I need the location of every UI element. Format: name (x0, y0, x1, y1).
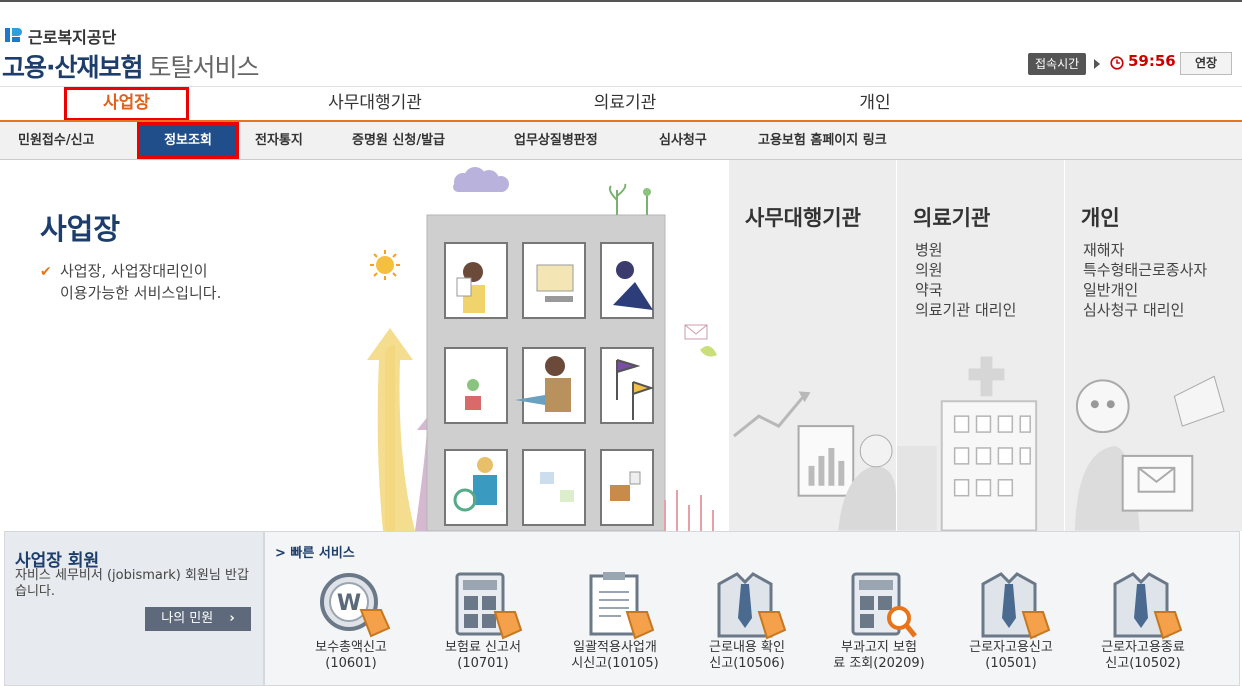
submenu-employment-link[interactable]: 고용보험 홈페이지 링크 (758, 122, 887, 159)
tab-personal[interactable]: 개인 (840, 87, 910, 121)
agency-illustration (733, 391, 896, 531)
panel-agency-title: 사무대행기관 (745, 206, 861, 230)
top-border (0, 0, 1242, 2)
member-box: 사업장 회원 자비스 세무비서 (jobismark) 회원님 반갑습니다. 나… (4, 531, 264, 686)
check-icon: ✔ (40, 264, 52, 280)
personal-item-victim[interactable]: 재해자 (1083, 240, 1207, 260)
quick-label-line1: 근로내용 확인 (709, 640, 785, 655)
svg-text:W: W (337, 591, 361, 616)
personal-item-appeal-agent[interactable]: 심사청구 대리인 (1083, 300, 1207, 320)
tab-agency[interactable]: 사무대행기관 (300, 87, 450, 121)
worker-icon (717, 572, 787, 640)
member-welcome: 자비스 세무비서 (jobismark) 회원님 반갑습니다. (15, 568, 249, 599)
calculator-search-icon (851, 572, 917, 638)
quick-label-line2: 신고(10502) (1105, 656, 1181, 671)
worker-icon (1113, 572, 1183, 640)
panel-personal[interactable]: 개인 재해자 특수형태근로종사자 일반개인 심사청구 대리인 (1064, 160, 1242, 531)
tab-workplace[interactable]: 사업장 (64, 87, 189, 121)
hero-desc-line2: 이용가능한 서비스입니다. (60, 284, 222, 302)
quick-item-10601[interactable]: W 보수총액신고 (10601) (287, 570, 415, 682)
medical-item-agent[interactable]: 의료기관 대리인 (915, 300, 1016, 320)
submenu-e-notice[interactable]: 전자통지 (255, 122, 303, 159)
quick-label-line1: 보수총액신고 (315, 640, 387, 655)
quick-services-title: > 빠른 서비스 (275, 546, 355, 561)
my-complaints-button[interactable]: 나의 민원 › (145, 607, 251, 631)
service-main: 고용·산재보험 (2, 53, 143, 82)
quick-item-20209[interactable]: 부과고지 보험 료 조회(20209) (815, 570, 943, 682)
quick-label-line1: 보험료 신고서 (445, 640, 521, 655)
document-icon (589, 572, 655, 640)
medical-item-hospital[interactable]: 병원 (915, 240, 1016, 260)
coin-icon: W (320, 573, 391, 638)
building-illustration (367, 167, 717, 531)
tab-medical[interactable]: 의료기관 (570, 87, 680, 121)
extend-button[interactable]: 연장 (1180, 52, 1232, 75)
hero-description: 사업장, 사업장대리인이 이용가능한 서비스입니다. (60, 260, 290, 304)
hospital-illustration (897, 356, 1038, 531)
panel-agency[interactable]: 사무대행기관 (728, 160, 896, 531)
quick-label-line2: (10601) (325, 656, 377, 671)
main-tabs: 사업장 사무대행기관 의료기관 개인 (0, 86, 1242, 122)
panel-personal-title: 개인 (1081, 206, 1120, 230)
quick-label-line2: 시신고(10105) (571, 656, 659, 671)
hero-workplace: 사업장 ✔ 사업장, 사업장대리인이 이용가능한 서비스입니다. (0, 160, 728, 531)
agency-logo-icon (5, 28, 22, 42)
quick-label: 근로자고용종료 신고(10502) (1079, 640, 1207, 672)
clock-icon (1110, 56, 1124, 70)
quick-item-10105[interactable]: 일괄적용사업개 시신고(10105) (551, 570, 679, 682)
session-time-label: 접속시간 (1028, 53, 1087, 75)
quick-item-10502[interactable]: 근로자고용종료 신고(10502) (1079, 570, 1207, 682)
my-complaints-label: 나의 민원 (161, 611, 214, 626)
medical-item-clinic[interactable]: 의원 (915, 260, 1016, 280)
session-arrow (1094, 59, 1100, 69)
quick-item-10501[interactable]: 근로자고용신고 (10501) (947, 570, 1075, 682)
quick-label: 보수총액신고 (10601) (287, 640, 415, 672)
quick-label: 부과고지 보험 료 조회(20209) (815, 640, 943, 672)
hero-desc-line1: 사업장, 사업장대리인이 (60, 262, 208, 280)
submenu-disease-judgment[interactable]: 업무상질병판정 (514, 122, 598, 159)
hero-title: 사업장 (40, 212, 121, 246)
session-timer: 59:56 (1128, 52, 1176, 70)
service-sub: 토탈서비스 (148, 53, 260, 82)
quick-label-line1: 일괄적용사업개 (573, 640, 657, 655)
sub-menu: 민원접수/신고 정보조회 전자통지 증명원 신청/발급 업무상질병판정 심사청구… (0, 122, 1242, 160)
quick-label: 근로내용 확인 신고(10506) (683, 640, 811, 672)
medical-item-pharmacy[interactable]: 약국 (915, 280, 1016, 300)
quick-label: 일괄적용사업개 시신고(10105) (551, 640, 679, 672)
quick-label-line1: 부과고지 보험 (841, 640, 917, 655)
personal-item-special-worker[interactable]: 특수형태근로종사자 (1083, 260, 1207, 280)
service-title: 고용·산재보험 토탈서비스 (2, 48, 260, 84)
submenu-complaint[interactable]: 민원접수/신고 (18, 122, 95, 159)
quick-item-10506[interactable]: 근로내용 확인 신고(10506) (683, 570, 811, 682)
panel-medical[interactable]: 의료기관 병원 의원 약국 의료기관 대리인 (896, 160, 1064, 531)
quick-label-line2: 신고(10506) (709, 656, 785, 671)
panel-personal-list: 재해자 특수형태근로종사자 일반개인 심사청구 대리인 (1083, 240, 1207, 320)
quick-label-line1: 근로자고용신고 (969, 640, 1053, 655)
person-illustration (1074, 375, 1225, 531)
submenu-appeal[interactable]: 심사청구 (659, 122, 707, 159)
worker-icon (981, 572, 1051, 640)
quick-services: > 빠른 서비스 W 보수총액신고 (10601) 보험료 신고서 (10701) (264, 531, 1240, 686)
quick-label: 근로자고용신고 (10501) (947, 640, 1075, 672)
panel-medical-title: 의료기관 (913, 206, 991, 230)
calculator-icon (455, 572, 523, 640)
submenu-info-inquiry[interactable]: 정보조회 (137, 122, 239, 159)
quick-label-line2: (10501) (985, 656, 1037, 671)
org-name: 근로복지공단 (28, 28, 117, 47)
quick-label: 보험료 신고서 (10701) (419, 640, 547, 672)
submenu-certificate[interactable]: 증명원 신청/발급 (352, 122, 445, 159)
chevron-right-icon: › (229, 611, 235, 626)
personal-item-general[interactable]: 일반개인 (1083, 280, 1207, 300)
quick-label-line1: 근로자고용종료 (1101, 640, 1185, 655)
quick-label-line2: 료 조회(20209) (833, 656, 925, 671)
quick-label-line2: (10701) (457, 656, 509, 671)
quick-item-10701[interactable]: 보험료 신고서 (10701) (419, 570, 547, 682)
panel-medical-list: 병원 의원 약국 의료기관 대리인 (915, 240, 1016, 320)
